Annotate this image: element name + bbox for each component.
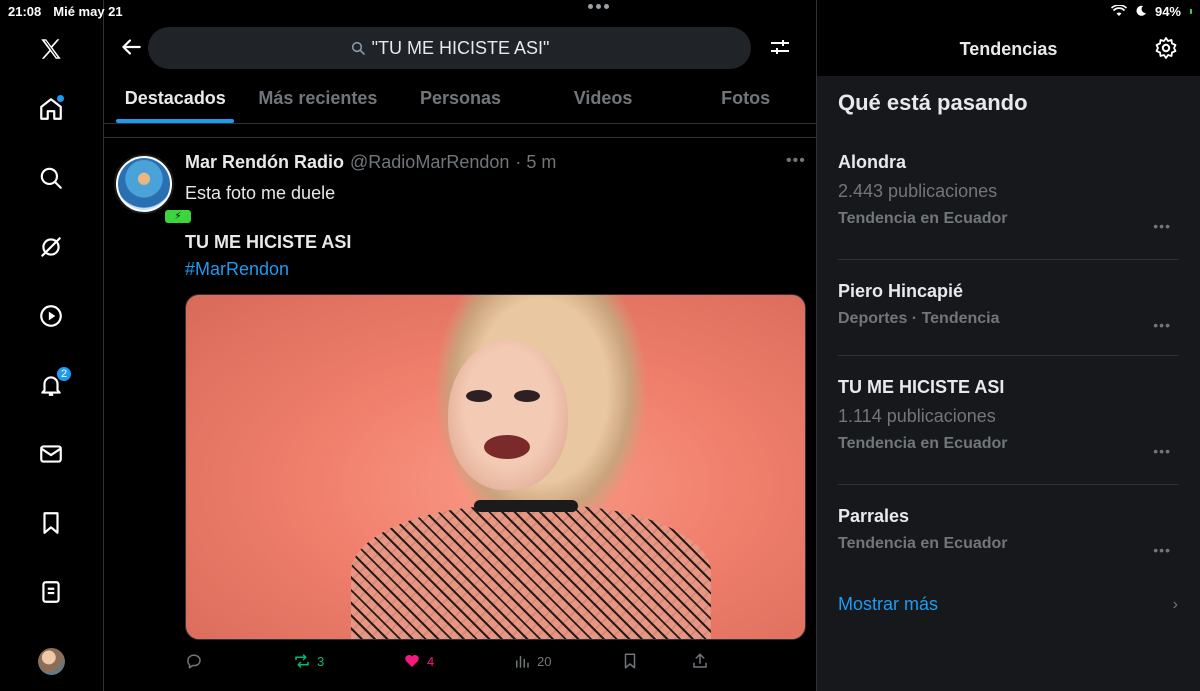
tweet-author-handle[interactable]: @RadioMarRendon — [350, 152, 509, 173]
status-date: Mié may 21 — [53, 3, 123, 19]
trend-item[interactable]: Alondra 2.443 publicaciones Tendencia en… — [838, 152, 1179, 234]
home-unread-dot — [57, 95, 64, 102]
retweet-button[interactable]: 3 — [293, 652, 324, 670]
search-query-text: "TU ME HICISTE ASI" — [371, 37, 550, 58]
tweet-photo[interactable] — [185, 294, 806, 640]
wifi-icon — [1110, 5, 1127, 16]
left-nav: 2 — [0, 0, 104, 691]
photo-mouth-shape — [484, 435, 530, 459]
tweet-author-avatar[interactable] — [114, 154, 174, 214]
section-title: Qué está pasando — [838, 90, 1028, 115]
photo-choker-shape — [474, 500, 578, 512]
trend-context: Tendencia en Ecuador — [838, 535, 1008, 552]
show-more-link[interactable]: Mostrar más — [838, 594, 938, 615]
tab-mas-recientes[interactable]: Más recientes — [247, 78, 390, 123]
trend-context: Tendencia en Ecuador — [838, 210, 1008, 227]
trend-item[interactable]: TU ME HICISTE ASI 1.114 publicaciones Te… — [838, 377, 1179, 459]
retweet-count: 3 — [317, 653, 325, 669]
lists-icon[interactable] — [34, 575, 68, 609]
battery-percent: 94% — [1154, 3, 1181, 19]
photo-body-shape — [351, 505, 711, 639]
battery-icon: ⚡ — [165, 8, 1192, 223]
views-button[interactable]: 20 — [513, 652, 551, 670]
divider — [104, 137, 816, 138]
chevron-right-icon: › — [1172, 596, 1178, 613]
search-filter-icon[interactable] — [768, 35, 792, 59]
trend-name: Piero Hincapié — [838, 281, 964, 301]
tweet-time[interactable]: · 5 m — [515, 152, 556, 173]
trend-name: Parrales — [838, 506, 910, 526]
status-bar: 21:08 Mié may 21 94% ⚡ — [0, 0, 1200, 223]
tweet-text-bold: TU ME HICISTE ASI — [185, 232, 352, 252]
notifications-badge: 2 — [56, 366, 72, 382]
trend-name: TU ME HICISTE ASI — [838, 377, 1005, 397]
bookmark-button[interactable] — [621, 652, 639, 670]
trend-item[interactable]: Piero Hincapié Deportes · Tendencia ••• — [838, 281, 1179, 333]
tweet-actions: 3 4 20 — [185, 652, 725, 676]
home-icon[interactable] — [34, 92, 68, 126]
photo-face-shape — [448, 340, 568, 490]
views-chart-icon — [516, 655, 529, 668]
tweet-author-name[interactable]: Mar Rendón Radio — [185, 152, 344, 173]
profile-avatar[interactable] — [38, 648, 65, 675]
bookmarks-icon[interactable] — [34, 506, 68, 540]
messages-envelope-icon[interactable] — [34, 437, 68, 471]
reply-button[interactable] — [185, 652, 203, 670]
like-button[interactable]: 4 — [403, 652, 434, 670]
tweet-text: Esta foto me duele — [185, 183, 336, 203]
reply-icon — [187, 654, 201, 669]
share-button[interactable] — [691, 652, 709, 670]
multitask-dots-icon[interactable] — [588, 4, 609, 9]
photo-eye-shape — [466, 390, 492, 402]
tab-fotos[interactable]: Fotos — [674, 78, 816, 123]
moon-icon — [1136, 5, 1146, 16]
settings-gear-icon[interactable] — [1154, 36, 1178, 60]
x-logo-icon[interactable] — [34, 32, 68, 66]
search-input[interactable]: "TU ME HICISTE ASI" — [148, 27, 751, 69]
trend-context: Tendencia en Ecuador — [838, 435, 1008, 452]
grok-icon[interactable] — [34, 230, 68, 264]
notifications-bell-icon[interactable]: 2 — [34, 366, 72, 402]
divider — [838, 484, 1179, 485]
heart-icon — [405, 655, 419, 667]
tab-videos[interactable]: Videos — [532, 78, 675, 123]
retweet-icon — [295, 654, 309, 668]
like-count: 4 — [427, 653, 435, 669]
trend-item[interactable]: Parrales Tendencia en Ecuador ••• — [838, 506, 1179, 558]
search-results-column: "TU ME HICISTE ASI" Destacados Más recie… — [104, 0, 817, 691]
views-count: 20 — [537, 653, 552, 669]
search-icon[interactable] — [34, 161, 68, 195]
app-window: 21:08 Mié may 21 94% ⚡ 2 "TU ME HICISTE … — [0, 0, 1200, 691]
whats-happening-panel: Qué está pasando Alondra 2.443 publicaci… — [817, 76, 1200, 691]
share-icon — [693, 653, 707, 668]
tab-personas[interactable]: Personas — [389, 78, 532, 123]
trend-more-icon[interactable]: ••• — [1153, 218, 1171, 234]
trend-context: Deportes · Tendencia — [838, 310, 1000, 327]
video-play-icon[interactable] — [34, 299, 68, 333]
status-time: 21:08 — [8, 3, 42, 19]
tweet-header: Mar Rendón Radio @RadioMarRendon · 5 m — [185, 152, 556, 173]
divider — [838, 355, 1179, 356]
search-tabs: Destacados Más recientes Personas Videos… — [104, 78, 816, 124]
trend-more-icon[interactable]: ••• — [1153, 542, 1171, 558]
search-field-icon — [351, 41, 365, 55]
trend-count: 2.443 publicaciones — [838, 181, 998, 201]
trends-column: Tendencias Qué está pasando Alondra 2.44… — [817, 0, 1200, 691]
trend-name: Alondra — [838, 152, 907, 172]
photo-eye-shape — [514, 390, 540, 402]
tab-destacados[interactable]: Destacados — [104, 78, 247, 123]
tweet[interactable]: Mar Rendón Radio @RadioMarRendon · 5 m •… — [104, 140, 816, 691]
trend-more-icon[interactable]: ••• — [1153, 443, 1171, 459]
tweet-hashtag[interactable]: #MarRendon — [185, 259, 289, 280]
search-top-bar: "TU ME HICISTE ASI" — [104, 22, 816, 76]
divider — [838, 259, 1179, 260]
tweet-more-icon[interactable]: ••• — [786, 152, 806, 170]
trend-more-icon[interactable]: ••• — [1153, 317, 1171, 333]
back-arrow-icon[interactable] — [118, 34, 144, 60]
trends-header: Tendencias — [959, 38, 1058, 59]
bookmark-icon — [624, 653, 636, 669]
trend-count: 1.114 publicaciones — [838, 406, 996, 426]
